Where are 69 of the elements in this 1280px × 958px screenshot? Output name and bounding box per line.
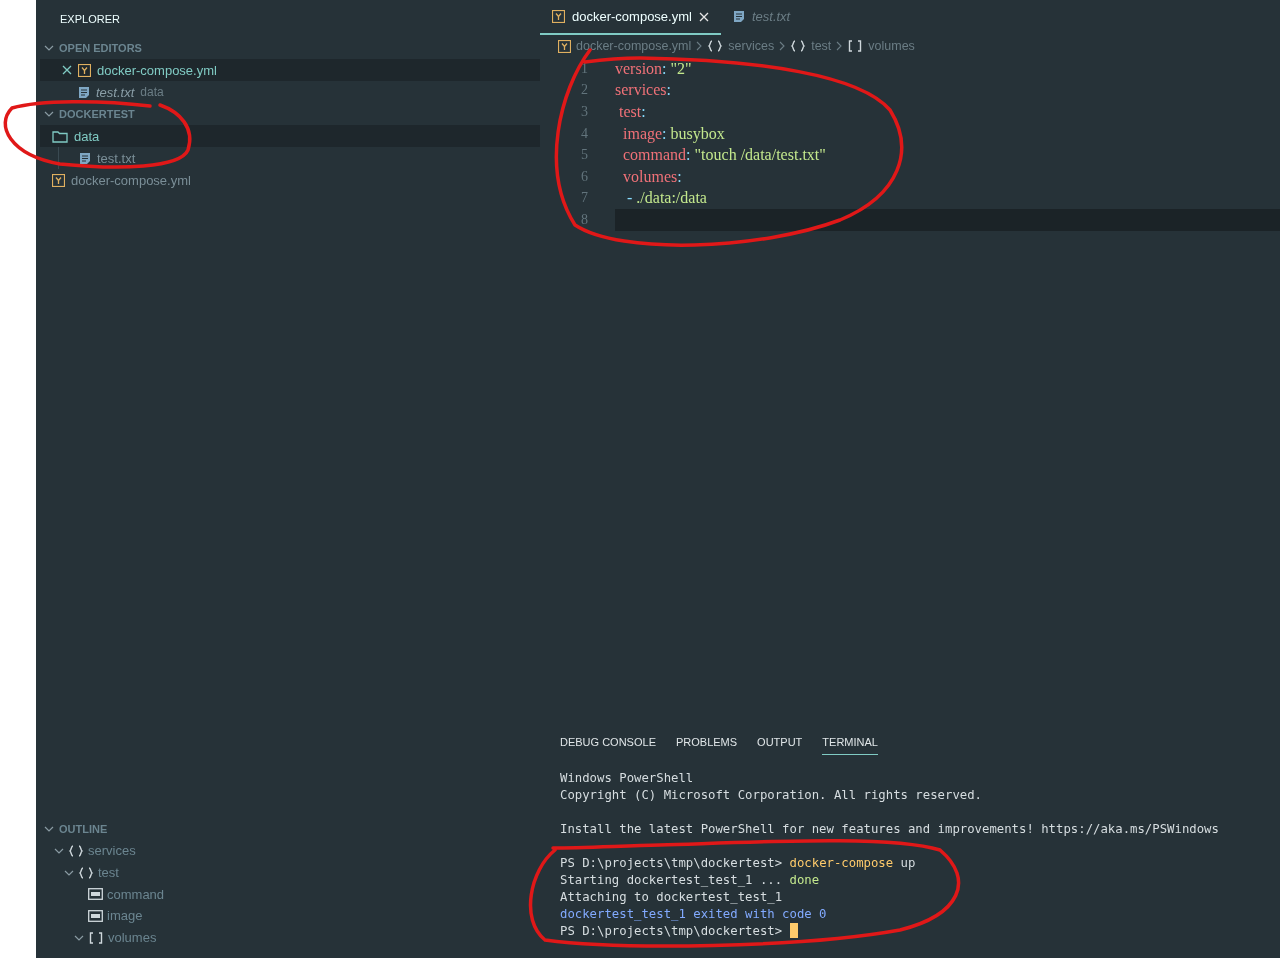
code-line: test:: [618, 103, 646, 121]
outline-item[interactable]: test: [98, 865, 119, 881]
code-line: volumes:: [622, 167, 682, 186]
text-file-icon: [732, 10, 745, 23]
terminal-line: Copyright (C) Microsoft Corporation. All rights reserved.: [560, 787, 982, 802]
string-symbol-icon: [88, 909, 103, 922]
object-symbol-icon: [707, 40, 724, 52]
chevron-down-icon[interactable]: [44, 824, 54, 834]
line-number: 5: [580, 147, 589, 164]
outline-item[interactable]: image: [107, 908, 143, 924]
string-symbol-icon: [88, 888, 103, 901]
outline-item[interactable]: services: [88, 843, 136, 859]
terminal-line: dockertest_test_1 exited with code 0: [560, 906, 827, 921]
chevron-right-icon: [696, 41, 703, 51]
code-line: command: "touch /data/test.txt": [622, 146, 826, 165]
explorer-title: EXPLORER: [59, 12, 120, 27]
terminal-line: Windows PowerShell: [560, 770, 694, 785]
terminal-line: Install the latest PowerShell for new features and improvements! https://aka.ms/PSWindows: [560, 821, 1219, 836]
panel-tab[interactable]: DEBUG CONSOLE: [560, 736, 656, 755]
panel-tab[interactable]: PROBLEMS: [675, 736, 738, 755]
line-number: 8: [580, 211, 589, 228]
chevron-down-icon[interactable]: [44, 43, 54, 53]
section-header[interactable]: OPEN EDITORS: [59, 42, 142, 54]
breadcrumb-item[interactable]: docker-compose.yml: [576, 39, 692, 53]
terminal-line: PS D:\projects\tmp\dockertest>: [560, 923, 784, 938]
yaml-file-icon: [552, 10, 565, 23]
line-number: 6: [580, 168, 589, 185]
array-symbol-icon: [847, 40, 864, 52]
terminal-line: Attaching to dockertest_test_1: [560, 889, 783, 904]
text-file-icon: [78, 85, 90, 99]
line-number: 7: [580, 190, 589, 207]
code-line: - ./data:/data: [626, 189, 707, 208]
terminal-line: PS D:\projects\tmp\dockertest> docker-compose up: [560, 855, 916, 870]
array-symbol-icon: [88, 931, 104, 944]
chevron-down-icon[interactable]: [44, 109, 54, 119]
tree-item[interactable]: docker-compose.yml: [40, 169, 540, 191]
section-header[interactable]: DOCKERTEST: [59, 108, 135, 120]
section-header[interactable]: OUTLINE: [59, 823, 108, 835]
outline-item[interactable]: volumes: [108, 930, 157, 946]
panel-tab[interactable]: OUTPUT: [757, 736, 803, 755]
object-symbol-icon: [790, 40, 807, 52]
chevron-right-icon: [779, 41, 786, 51]
line-number: 1: [580, 60, 589, 77]
object-symbol-icon: [78, 866, 94, 879]
breadcrumb-item[interactable]: test: [811, 39, 832, 53]
open-editor-item[interactable]: test.txt data: [40, 81, 540, 103]
code-line: version: "2": [615, 59, 692, 78]
close-icon[interactable]: [62, 65, 72, 75]
yaml-file-icon: [558, 39, 571, 53]
breadcrumb-item[interactable]: volumes: [868, 39, 915, 53]
editor-tab[interactable]: docker-compose.yml: [540, 0, 721, 35]
text-file-icon: [79, 151, 91, 165]
code-line: image: busybox: [622, 124, 725, 143]
object-symbol-icon: [68, 844, 84, 857]
yaml-file-icon: [78, 63, 91, 77]
folder-icon: [52, 129, 68, 143]
yaml-file-icon: [52, 173, 65, 187]
line-number: 3: [580, 104, 589, 120]
tree-item[interactable]: data: [40, 125, 540, 147]
outline-item[interactable]: command: [107, 886, 165, 902]
open-editor-item[interactable]: docker-compose.yml: [40, 59, 540, 81]
terminal-line: Starting dockertest_test_1 ... done: [560, 872, 820, 887]
line-number: 2: [580, 82, 589, 99]
chevron-right-icon: [836, 41, 843, 51]
editor-tab[interactable]: test.txt: [720, 0, 803, 35]
breadcrumb-item[interactable]: services: [728, 39, 775, 53]
line-number: 4: [580, 125, 589, 142]
code-line: services:: [615, 81, 671, 100]
panel-tab[interactable]: TERMINAL: [822, 736, 878, 755]
